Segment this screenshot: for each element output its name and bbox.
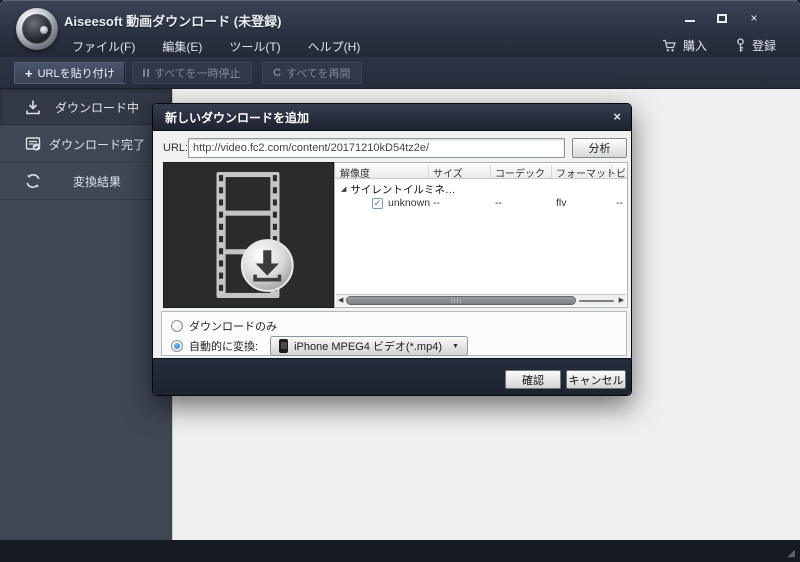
minimize-icon [685, 20, 695, 22]
close-icon: × [750, 11, 757, 25]
download-complete-icon [24, 135, 42, 153]
pause-all-button[interactable]: すべてを一時停止 [132, 62, 252, 84]
menu-edit[interactable]: 編集(E) [162, 38, 202, 55]
sidebar-item-download-complete[interactable]: ダウンロード完了 [0, 126, 172, 163]
plus-icon: + [25, 68, 33, 79]
download-only-label: ダウンロードのみ [189, 318, 277, 334]
analyze-button[interactable]: 分析 [572, 138, 627, 158]
sidebar-item-convert-result[interactable]: 変換結果 [0, 163, 172, 200]
url-label: URL: [163, 142, 188, 154]
col-resolution: 解像度 [340, 165, 370, 180]
toolbar: + URLを貼り付け すべてを一時停止 C すべてを再開 [0, 57, 800, 89]
key-icon [735, 38, 746, 53]
app-logo-icon [16, 8, 58, 50]
col-codec: コーデック [495, 165, 545, 180]
scroll-right-icon[interactable]: ▶ [619, 295, 624, 307]
filmstrip-download-icon [199, 172, 299, 298]
maximize-button[interactable] [714, 11, 730, 25]
horizontal-scrollbar[interactable]: ◀ ▶ [336, 294, 626, 306]
paste-url-button[interactable]: + URLを貼り付け [14, 62, 126, 84]
table-header: 解像度 サイズ コーデック フォーマット ビットレート [335, 163, 627, 179]
cell-bitrate: -- [616, 197, 623, 209]
download-only-radio[interactable] [171, 320, 183, 332]
sidebar-item-downloading[interactable]: ダウンロード中 [0, 89, 172, 126]
cell-codec: -- [495, 197, 502, 209]
register-label: 登録 [752, 37, 776, 54]
cell-resolution: unknown [388, 197, 430, 209]
dialog-footer: 確認 キャンセル [153, 358, 631, 395]
paste-url-label: URLを貼り付け [38, 65, 115, 81]
resize-grip[interactable]: ◢ [787, 549, 795, 559]
group-title: サイレントイルミネ… [350, 182, 455, 197]
cell-size: -- [433, 197, 440, 209]
col-size: サイズ [433, 165, 463, 180]
download-icon [24, 98, 42, 116]
titlebar: Aiseesoft 動画ダウンロード (未登録) × ファイル(F) 編集(E)… [0, 0, 800, 57]
convert-result-icon [24, 172, 42, 190]
col-bitrate: ビットレート [616, 165, 628, 180]
url-input[interactable] [188, 138, 565, 158]
menu-file[interactable]: ファイル(F) [72, 38, 135, 55]
menu-help[interactable]: ヘルプ(H) [308, 38, 361, 55]
toolbar-separator [124, 63, 125, 83]
refresh-icon: C [273, 67, 281, 79]
table-group-row[interactable]: ◢ サイレントイルミネ… [341, 182, 455, 197]
close-button[interactable]: × [746, 11, 762, 25]
auto-convert-radio[interactable] [171, 340, 183, 352]
menu-tools[interactable]: ツール(T) [229, 38, 280, 55]
convert-format-dropdown[interactable]: iPhone MPEG4 ビデオ(*.mp4) ▼ [270, 336, 468, 356]
download-only-option[interactable]: ダウンロードのみ [171, 318, 277, 334]
pause-icon [143, 69, 149, 77]
expander-icon[interactable]: ◢ [341, 185, 346, 195]
cart-icon [662, 39, 677, 53]
minimize-button[interactable] [682, 11, 698, 25]
table-row[interactable]: ✓ unknown -- -- flv -- [335, 197, 627, 212]
app-window: Aiseesoft 動画ダウンロード (未登録) × ファイル(F) 編集(E)… [0, 0, 800, 562]
format-table: 解像度 サイズ コーデック フォーマット ビットレート ◢ サイレントイルミネ… [334, 162, 628, 308]
window-title: Aiseesoft 動画ダウンロード (未登録) [64, 11, 281, 30]
add-download-dialog: 新しいダウンロードを追加 × URL: 分析 [152, 103, 632, 396]
sidebar: ダウンロード中 ダウンロード完了 変換結果 [0, 89, 172, 540]
auto-convert-option[interactable]: 自動的に変換: iPhone MPEG4 ビデオ(*.mp4) ▼ [171, 336, 468, 356]
purchase-label: 購入 [683, 37, 707, 54]
iphone-icon [279, 339, 288, 353]
confirm-button[interactable]: 確認 [505, 370, 561, 389]
chevron-down-icon: ▼ [452, 343, 459, 350]
menubar: ファイル(F) 編集(E) ツール(T) ヘルプ(H) [72, 38, 360, 55]
statusbar: ◢ [0, 540, 800, 562]
options-panel: ダウンロードのみ 自動的に変換: iPhone MPEG4 ビデオ(*.mp4)… [161, 311, 627, 356]
convert-format-value: iPhone MPEG4 ビデオ(*.mp4) [294, 338, 442, 354]
window-controls: × [682, 11, 762, 25]
row-checkbox[interactable]: ✓ [372, 198, 383, 209]
col-format: フォーマット [556, 165, 616, 180]
dialog-close-button[interactable]: × [613, 109, 621, 124]
register-button[interactable]: 登録 [735, 37, 776, 54]
scrollbar-thumb[interactable] [346, 296, 576, 305]
resume-all-button[interactable]: C すべてを再開 [262, 62, 362, 84]
check-icon: ✓ [374, 199, 382, 208]
cancel-button[interactable]: キャンセル [566, 370, 626, 389]
dialog-body: URL: 分析 [153, 131, 631, 358]
scroll-left-icon[interactable]: ◀ [338, 295, 343, 307]
video-thumbnail [163, 162, 334, 308]
purchase-button[interactable]: 購入 [662, 37, 707, 54]
dialog-titlebar: 新しいダウンロードを追加 × [153, 104, 631, 131]
cell-format: flv [556, 197, 567, 209]
maximize-icon [717, 14, 727, 23]
account-area: 購入 登録 [662, 37, 776, 54]
resume-all-label: すべてを再開 [286, 65, 351, 81]
auto-convert-label: 自動的に変換: [189, 338, 258, 354]
pause-all-label: すべてを一時停止 [154, 65, 241, 81]
dialog-title: 新しいダウンロードを追加 [165, 109, 309, 126]
